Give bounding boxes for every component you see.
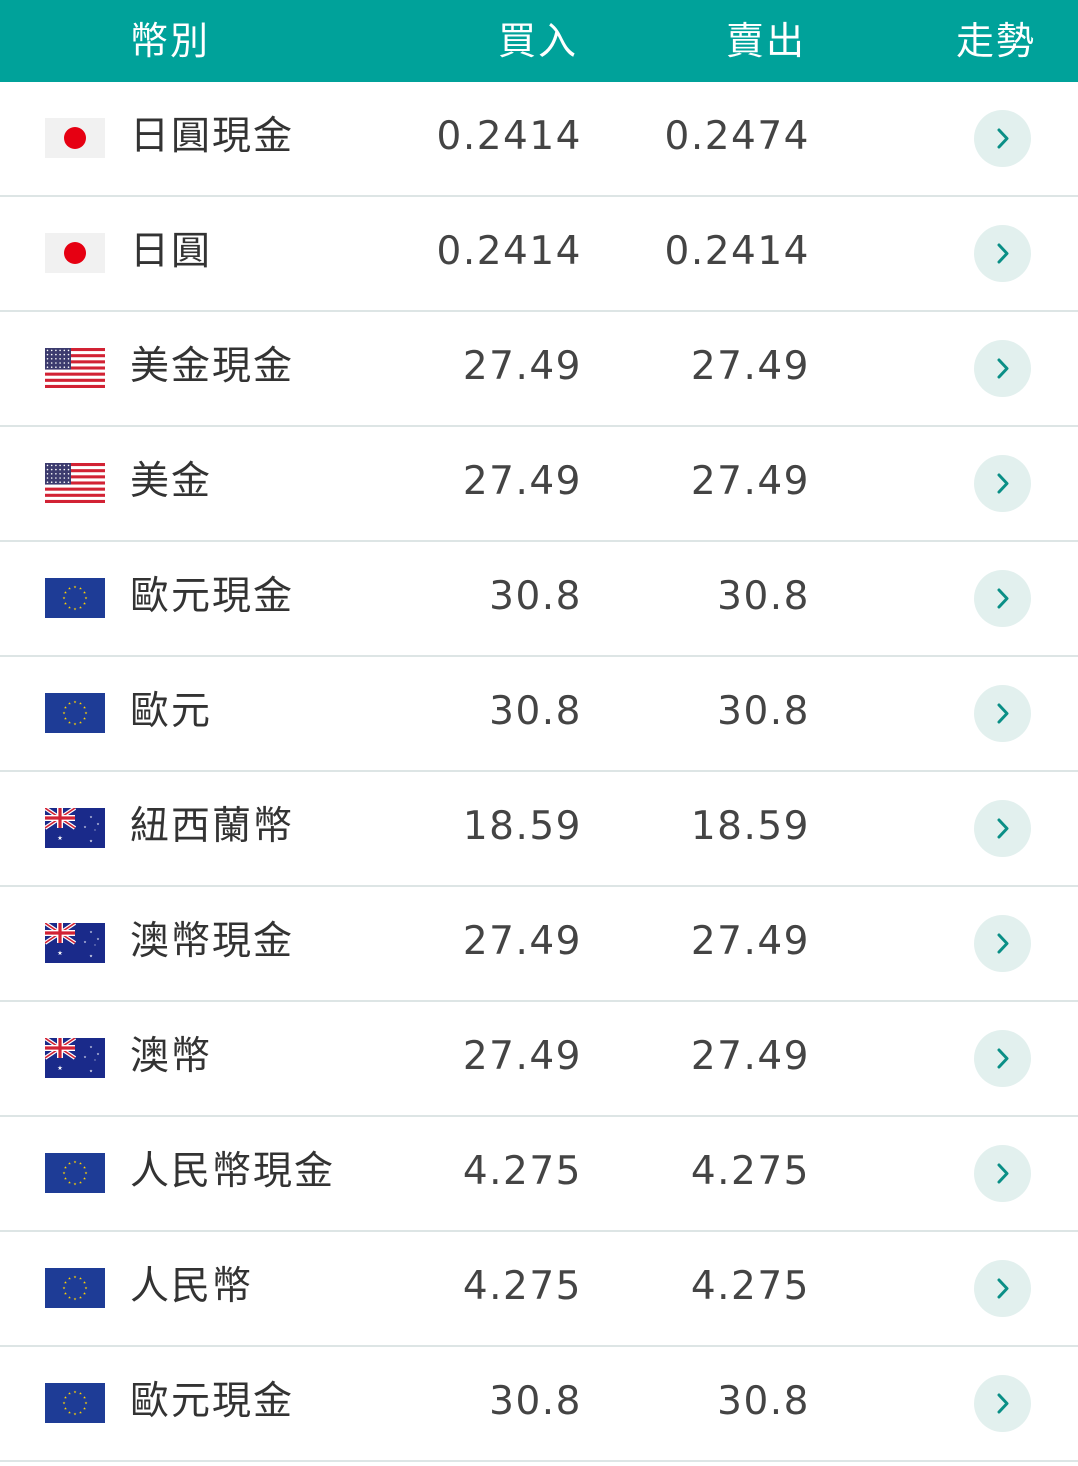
sell-rate: 30.8 [717, 689, 810, 734]
table-row[interactable]: 歐元 30.8 30.8 [0, 657, 1078, 772]
usa-flag-icon [45, 463, 105, 503]
header-buy-label: 買入 [497, 19, 578, 63]
trend-button[interactable] [974, 915, 1031, 972]
chevron-right-icon [997, 933, 1009, 954]
chevron-right-icon [997, 128, 1009, 149]
trend-button[interactable] [974, 1260, 1031, 1317]
buy-rate: 0.2414 [436, 114, 582, 159]
eu-flag-icon [45, 1153, 105, 1193]
currency-name: 澳幣現金 [130, 919, 295, 964]
chevron-right-icon [997, 1278, 1009, 1299]
australia-flag-icon [45, 1038, 105, 1078]
currency-name: 美金現金 [130, 344, 295, 389]
table-row[interactable]: 澳幣現金 27.49 27.49 [0, 887, 1078, 1002]
eu-flag-icon [45, 1383, 105, 1423]
buy-rate: 27.49 [462, 1034, 582, 1079]
currency-name: 紐西蘭幣 [130, 804, 295, 849]
sell-rate: 0.2414 [664, 229, 810, 274]
currency-name: 歐元 [130, 689, 213, 734]
chevron-right-icon [997, 243, 1009, 264]
sell-rate: 27.49 [690, 1034, 810, 1079]
trend-button[interactable] [974, 340, 1031, 397]
japan-flag-icon [45, 233, 105, 273]
chevron-right-icon [997, 1163, 1009, 1184]
buy-rate: 27.49 [462, 919, 582, 964]
chevron-right-icon [997, 818, 1009, 839]
buy-rate: 30.8 [489, 1379, 582, 1424]
sell-rate: 4.275 [690, 1264, 810, 1309]
sell-rate: 30.8 [717, 1379, 810, 1424]
chevron-right-icon [997, 358, 1009, 379]
currency-name: 澳幣 [130, 1034, 213, 1079]
currency-name: 日圓 [130, 229, 213, 274]
table-row[interactable]: 美金 27.49 27.49 [0, 427, 1078, 542]
australia-flag-icon [45, 808, 105, 848]
table-row[interactable]: 日圓 0.2414 0.2414 [0, 197, 1078, 312]
table-row[interactable]: 紐西蘭幣 18.59 18.59 [0, 772, 1078, 887]
australia-flag-icon [45, 923, 105, 963]
buy-rate: 4.275 [462, 1149, 582, 1194]
eu-flag-icon [45, 578, 105, 618]
table-row[interactable]: 澳幣 27.49 27.49 [0, 1002, 1078, 1117]
sell-rate: 4.275 [690, 1149, 810, 1194]
trend-button[interactable] [974, 800, 1031, 857]
chevron-right-icon [997, 703, 1009, 724]
buy-rate: 30.8 [489, 574, 582, 619]
sell-rate: 30.8 [717, 574, 810, 619]
trend-button[interactable] [974, 225, 1031, 282]
exchange-rate-list: 日圓現金 0.2414 0.2474 日圓 0.2414 0.2414 美金現金 27.49 2… [0, 82, 1078, 1462]
sell-rate: 27.49 [690, 919, 810, 964]
usa-flag-icon [45, 348, 105, 388]
table-row[interactable]: 人民幣現金 4.275 4.275 [0, 1117, 1078, 1232]
table-row[interactable]: 人民幣 4.275 4.275 [0, 1232, 1078, 1347]
chevron-right-icon [997, 1393, 1009, 1414]
trend-button[interactable] [974, 685, 1031, 742]
chevron-right-icon [997, 1048, 1009, 1069]
table-row[interactable]: 歐元現金 30.8 30.8 [0, 1347, 1078, 1462]
trend-button[interactable] [974, 1145, 1031, 1202]
trend-button[interactable] [974, 110, 1031, 167]
currency-name: 人民幣現金 [130, 1149, 336, 1194]
trend-button[interactable] [974, 1375, 1031, 1432]
buy-rate: 4.275 [462, 1264, 582, 1309]
trend-button[interactable] [974, 1030, 1031, 1087]
chevron-right-icon [997, 588, 1009, 609]
currency-name: 美金 [130, 459, 213, 504]
japan-flag-icon [45, 118, 105, 158]
header-trend-label: 走勢 [955, 19, 1036, 63]
header-sell-label: 賣出 [725, 19, 806, 63]
buy-rate: 0.2414 [436, 229, 582, 274]
eu-flag-icon [45, 1268, 105, 1308]
header-currency-label: 幣別 [130, 19, 211, 63]
sell-rate: 18.59 [690, 804, 810, 849]
currency-name: 歐元現金 [130, 1379, 295, 1424]
buy-rate: 27.49 [462, 459, 582, 504]
sell-rate: 27.49 [690, 459, 810, 504]
table-header: 幣別 買入 賣出 走勢 [0, 0, 1078, 82]
currency-name: 日圓現金 [130, 114, 295, 159]
sell-rate: 0.2474 [664, 114, 810, 159]
trend-button[interactable] [974, 455, 1031, 512]
buy-rate: 30.8 [489, 689, 582, 734]
table-row[interactable]: 歐元現金 30.8 30.8 [0, 542, 1078, 657]
table-row[interactable]: 日圓現金 0.2414 0.2474 [0, 82, 1078, 197]
currency-name: 人民幣 [130, 1264, 254, 1309]
buy-rate: 18.59 [462, 804, 582, 849]
table-row[interactable]: 美金現金 27.49 27.49 [0, 312, 1078, 427]
trend-button[interactable] [974, 570, 1031, 627]
eu-flag-icon [45, 693, 105, 733]
buy-rate: 27.49 [462, 344, 582, 389]
chevron-right-icon [997, 473, 1009, 494]
sell-rate: 27.49 [690, 344, 810, 389]
currency-name: 歐元現金 [130, 574, 295, 619]
